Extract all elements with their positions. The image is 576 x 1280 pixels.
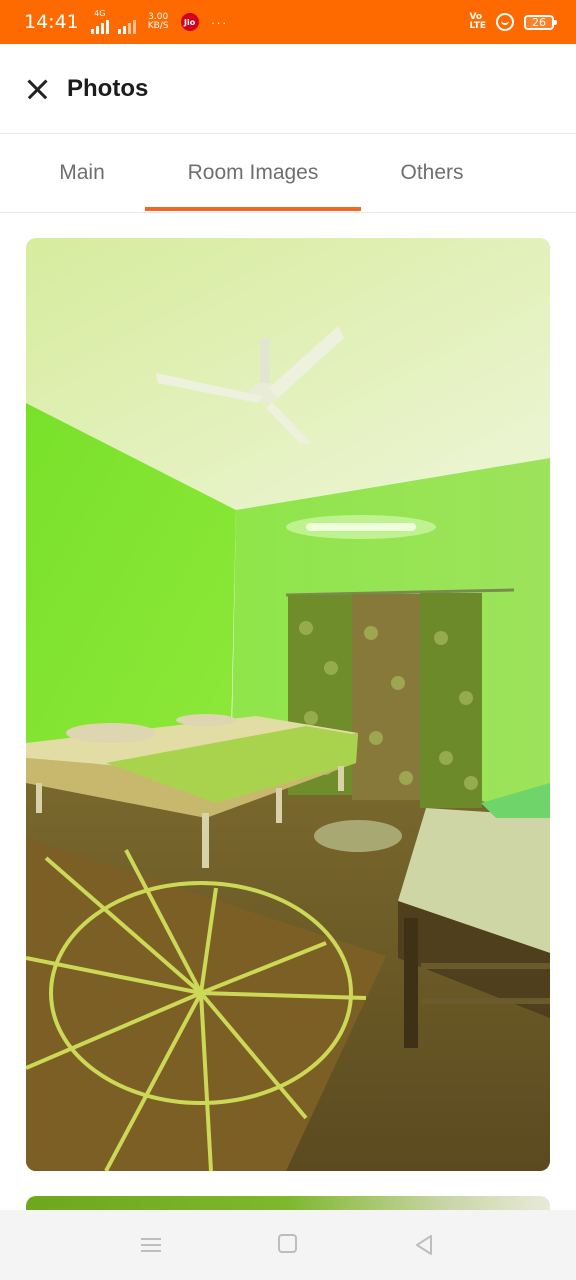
network-type: 4G [94, 9, 106, 18]
status-right: Vo LTE 26 [469, 13, 557, 31]
room-photo[interactable] [26, 238, 550, 1171]
speed-unit: KB/S [147, 21, 169, 31]
speed-indicator: 3.00 KB/S [148, 13, 169, 31]
close-icon[interactable] [22, 74, 52, 104]
menu-icon[interactable] [141, 1234, 163, 1256]
signal-icon [90, 18, 109, 34]
battery-icon: 26 [524, 14, 557, 30]
status-time: 14:41 [24, 11, 79, 33]
tab-label: Room Images [187, 161, 319, 184]
photo-tabs: Main Room Images Others [0, 135, 576, 213]
back-icon[interactable] [413, 1234, 435, 1256]
data-saver-icon [496, 13, 514, 31]
tab-label: Others [400, 161, 464, 184]
tab-main[interactable]: Main [42, 135, 122, 211]
system-nav-bar [0, 1210, 576, 1280]
tab-room-images[interactable]: Room Images [145, 135, 361, 211]
tab-label: Main [59, 161, 105, 184]
volte-icon: Vo LTE [469, 13, 486, 31]
app-header: Photos [0, 44, 576, 134]
room-photo-image [26, 238, 550, 1171]
battery-level: 26 [532, 15, 546, 29]
carrier-icon: Jio [180, 13, 199, 31]
home-icon[interactable] [278, 1234, 300, 1256]
page-title: Photos [67, 74, 149, 102]
status-left: 14:41 4G 3.00 KB/S Jio ··· [24, 10, 228, 34]
tab-others[interactable]: Others [390, 135, 474, 211]
status-bar: 14:41 4G 3.00 KB/S Jio ··· Vo LTE 26 [0, 0, 576, 44]
volte-bottom: LTE [469, 21, 486, 31]
signal-2-icon [117, 18, 136, 34]
signal-group: 4G [90, 9, 136, 34]
more-notifications-icon: ··· [210, 14, 228, 30]
